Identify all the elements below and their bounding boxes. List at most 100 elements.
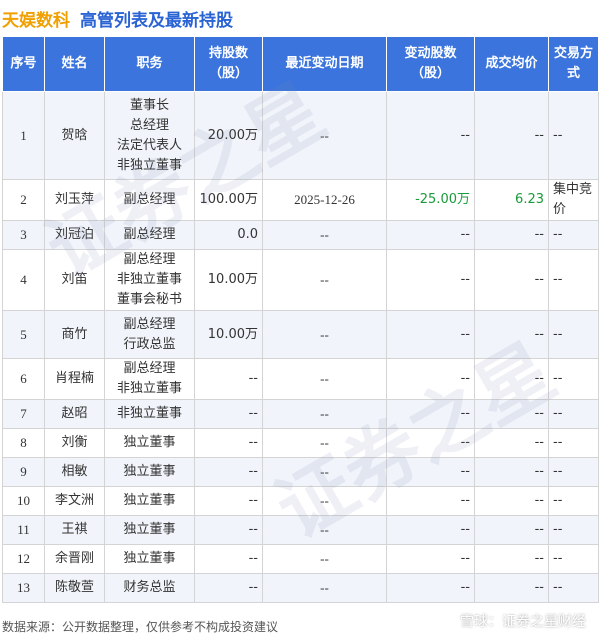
shares-changed: --	[386, 310, 475, 359]
executive-name: 陈敬萱	[44, 573, 105, 603]
average-price: --	[474, 358, 549, 400]
last-change-date: --	[262, 358, 387, 400]
role-item: 非独立董事	[116, 157, 182, 173]
column-header-text: 最近变动日期	[285, 56, 364, 71]
executive-name: 李文洲	[44, 486, 105, 516]
column-header: 最近变动日期	[262, 36, 387, 92]
shares-held: --	[194, 486, 263, 516]
executive-roles: 副总经理	[104, 179, 195, 221]
trade-method: --	[548, 428, 599, 458]
shares-held: 10.00万	[194, 249, 263, 311]
column-header-text: 变动股数	[404, 46, 457, 61]
shares-held: 100.00万	[194, 179, 263, 221]
executive-table: 序号 姓名 职务 持股数 （股） 最近变动日期 变动股数 （股） 成交均价 交易方式 1 贺晗 董事长…	[2, 36, 599, 603]
executive-roles: 独立董事	[104, 457, 195, 487]
row-number: 9	[2, 457, 45, 487]
row-number: 1	[2, 91, 45, 180]
executive-name: 余晋刚	[44, 544, 105, 574]
column-header-text: （股）	[410, 66, 450, 81]
average-price: --	[474, 399, 549, 429]
table-row: 13 陈敬萱 财务总监 -- -- -- -- --	[2, 573, 599, 603]
executive-name: 商竹	[44, 310, 105, 359]
shares-held: 20.00万	[194, 91, 263, 180]
row-number: 11	[2, 515, 45, 545]
shares-changed: --	[386, 457, 475, 487]
shares-held: --	[194, 515, 263, 545]
shares-changed: --	[386, 358, 475, 400]
role-item: 独立董事	[123, 435, 176, 450]
role-item: 独立董事	[123, 551, 176, 566]
role-item: 副总经理	[123, 227, 176, 242]
trade-method: --	[548, 310, 599, 359]
shares-changed: --	[386, 515, 475, 545]
row-number: 13	[2, 573, 45, 603]
table-row: 6 肖程楠 副总经理 非独立董事 -- -- -- -- --	[2, 358, 599, 400]
row-number: 12	[2, 544, 45, 574]
table-row: 2 刘玉萍 副总经理 100.00万 2025-12-26 -25.00万 6.23 集中竞价	[2, 179, 599, 221]
last-change-date: --	[262, 457, 387, 487]
average-price: --	[474, 573, 549, 603]
average-price: --	[474, 91, 549, 180]
shares-held: --	[194, 428, 263, 458]
role-item: 非独立董事	[116, 381, 182, 396]
role-item: 法定代表人	[116, 137, 182, 153]
role-item: 副总经理	[123, 316, 176, 332]
last-change-date: --	[262, 91, 387, 180]
average-price: --	[474, 457, 549, 487]
column-header: 成交均价	[474, 36, 549, 92]
row-number: 2	[2, 179, 45, 221]
last-change-date: --	[262, 544, 387, 574]
executive-name: 王祺	[44, 515, 105, 545]
last-change-date: 2025-12-26	[262, 179, 387, 221]
column-header-text: （股）	[208, 66, 248, 81]
shares-changed: --	[386, 544, 475, 574]
shares-held: --	[194, 573, 263, 603]
last-change-date: --	[262, 486, 387, 516]
shares-held: --	[194, 399, 263, 429]
table-row: 12 余晋刚 独立董事 -- -- -- -- --	[2, 544, 599, 574]
last-change-date: --	[262, 220, 387, 250]
table-header-row: 序号 姓名 职务 持股数 （股） 最近变动日期 变动股数 （股） 成交均价 交易方式	[2, 36, 599, 92]
row-number: 5	[2, 310, 45, 359]
average-price: --	[474, 249, 549, 311]
column-header-text: 姓名	[61, 56, 88, 71]
column-header: 序号	[2, 36, 45, 92]
shares-held: --	[194, 457, 263, 487]
role-item: 副总经理	[123, 361, 176, 376]
column-header: 姓名	[44, 36, 105, 92]
column-header-text: 持股数	[208, 46, 248, 61]
executive-roles: 独立董事	[104, 515, 195, 545]
trade-method: --	[548, 486, 599, 516]
shares-held: --	[194, 358, 263, 400]
column-header-text: 职务	[136, 56, 163, 71]
table-row: 7 赵昭 非独立董事 -- -- -- -- --	[2, 399, 599, 429]
role-item: 董事长	[129, 97, 169, 113]
executive-roles: 董事长 总经理 法定代表人 非独立董事	[104, 91, 195, 180]
role-item: 独立董事	[123, 522, 176, 537]
brand-badge: 雪球：证券之星财经	[440, 611, 586, 631]
role-item: 董事会秘书	[116, 292, 182, 307]
executive-roles: 独立董事	[104, 428, 195, 458]
executive-name: 贺晗	[44, 91, 105, 180]
shares-changed: -25.00万	[386, 179, 475, 221]
column-header: 交易方式	[548, 36, 599, 92]
column-header: 职务	[104, 36, 195, 92]
executive-name: 刘笛	[44, 249, 105, 311]
row-number: 3	[2, 220, 45, 250]
average-price: --	[474, 544, 549, 574]
executive-name: 赵昭	[44, 399, 105, 429]
row-number: 4	[2, 249, 45, 311]
table-row: 1 贺晗 董事长 总经理 法定代表人 非独立董事 20.00万 -- -- -- --	[2, 91, 599, 180]
average-price: --	[474, 428, 549, 458]
last-change-date: --	[262, 515, 387, 545]
role-item: 非独立董事	[116, 406, 182, 421]
company-name: 天娱数科	[2, 10, 70, 31]
table-row: 5 商竹 副总经理 行政总监 10.00万 -- -- -- --	[2, 310, 599, 359]
trade-method: --	[548, 573, 599, 603]
snowball-icon	[440, 613, 456, 629]
shares-changed: --	[386, 399, 475, 429]
executive-roles: 副总经理 非独立董事	[104, 358, 195, 400]
executive-name: 刘玉萍	[44, 179, 105, 221]
brand-label: 雪球：证券之星财经	[460, 614, 586, 630]
table-row: 10 李文洲 独立董事 -- -- -- -- --	[2, 486, 599, 516]
